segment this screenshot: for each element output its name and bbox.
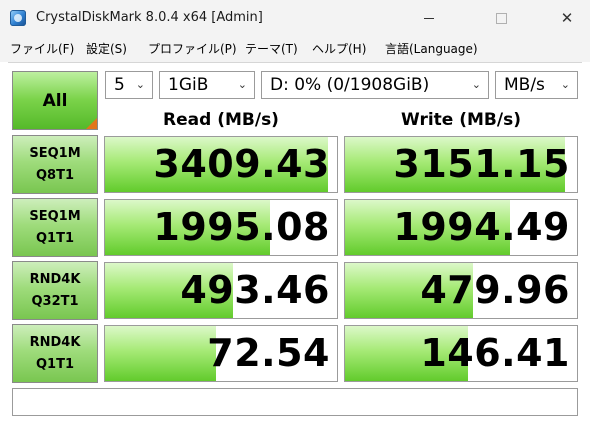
test-button-rnd4k-q32t1[interactable]: RND4K Q32T1	[12, 261, 98, 320]
title-bar: CrystalDiskMark 8.0.4 x64 [Admin] ✕	[0, 0, 590, 36]
menu-settings[interactable]: 設定(S)	[86, 41, 127, 57]
write-result-3: 479.96	[344, 262, 578, 319]
drive-value: D: 0% (0/1908GiB)	[270, 75, 430, 95]
test-count-select[interactable]: 5 ⌄	[105, 71, 153, 99]
menu-profile[interactable]: プロファイル(P)	[148, 41, 237, 57]
read-value-3: 493.46	[180, 268, 330, 312]
test-button-line2: Q1T1	[35, 356, 74, 372]
test-count-value: 5	[114, 75, 125, 95]
menu-bar: ファイル(F) 設定(S) プロファイル(P) テーマ(T) ヘルプ(H) 言語…	[0, 36, 590, 62]
chevron-down-icon: ⌄	[471, 78, 481, 91]
chevron-down-icon: ⌄	[135, 78, 145, 91]
read-bar-4	[105, 326, 217, 381]
write-value-2: 1994.49	[393, 205, 570, 249]
test-button-rnd4k-q1t1[interactable]: RND4K Q1T1	[12, 324, 98, 383]
read-value-4: 72.54	[207, 331, 330, 375]
minimize-icon	[424, 17, 434, 19]
run-all-button[interactable]: All	[12, 71, 98, 130]
write-result-4: 146.41	[344, 325, 578, 382]
test-button-line1: SEQ1M	[29, 208, 81, 224]
write-result-1: 3151.15	[344, 136, 578, 193]
corner-marker	[86, 118, 97, 129]
test-button-seq1m-q1t1[interactable]: SEQ1M Q1T1	[12, 198, 98, 257]
read-header: Read (MB/s)	[163, 110, 279, 130]
read-result-4: 72.54	[104, 325, 338, 382]
write-value-4: 146.41	[420, 331, 570, 375]
menu-help[interactable]: ヘルプ(H)	[312, 41, 366, 57]
read-result-1: 3409.43	[104, 136, 338, 193]
divider	[8, 62, 582, 63]
maximize-button[interactable]	[478, 0, 524, 36]
drive-select[interactable]: D: 0% (0/1908GiB) ⌄	[261, 71, 489, 99]
test-button-line2: Q32T1	[31, 293, 79, 309]
write-value-1: 3151.15	[393, 142, 570, 186]
test-size-value: 1GiB	[168, 75, 209, 95]
run-all-label: All	[42, 90, 68, 111]
test-size-select[interactable]: 1GiB ⌄	[159, 71, 255, 99]
read-result-2: 1995.08	[104, 199, 338, 256]
write-header: Write (MB/s)	[401, 110, 521, 130]
test-button-line2: Q8T1	[35, 167, 74, 183]
maximize-icon	[495, 12, 507, 24]
test-button-seq1m-q8t1[interactable]: SEQ1M Q8T1	[12, 135, 98, 194]
window-title: CrystalDiskMark 8.0.4 x64 [Admin]	[36, 10, 263, 25]
app-icon	[10, 10, 26, 26]
read-result-3: 493.46	[104, 262, 338, 319]
read-value-1: 3409.43	[153, 142, 330, 186]
chevron-down-icon: ⌄	[237, 78, 247, 91]
chevron-down-icon: ⌄	[560, 78, 570, 91]
test-button-line2: Q1T1	[35, 230, 74, 246]
menu-file[interactable]: ファイル(F)	[10, 41, 74, 57]
close-icon: ✕	[560, 8, 574, 27]
write-result-2: 1994.49	[344, 199, 578, 256]
test-button-line1: RND4K	[29, 271, 81, 287]
test-button-line1: RND4K	[29, 334, 81, 350]
menu-theme[interactable]: テーマ(T)	[245, 41, 298, 57]
write-value-3: 479.96	[420, 268, 570, 312]
read-value-2: 1995.08	[153, 205, 330, 249]
unit-select[interactable]: MB/s ⌄	[495, 71, 578, 99]
minimize-button[interactable]	[406, 0, 452, 36]
menu-language[interactable]: 言語(Language)	[385, 41, 478, 57]
comment-field[interactable]	[12, 388, 578, 416]
unit-value: MB/s	[504, 75, 545, 95]
close-button[interactable]: ✕	[544, 0, 590, 36]
test-button-line1: SEQ1M	[29, 145, 81, 161]
